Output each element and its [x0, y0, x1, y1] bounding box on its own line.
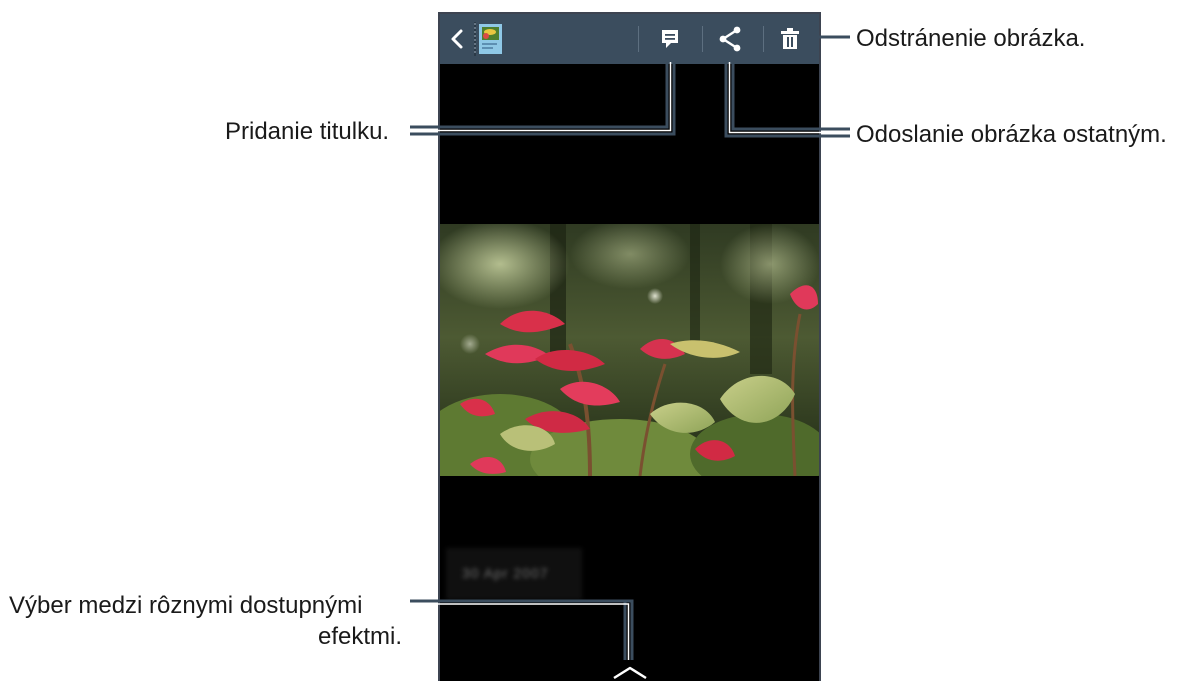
- action-bar-divider: [702, 26, 703, 52]
- trash-icon: [781, 28, 799, 49]
- effects-handle[interactable]: [610, 654, 650, 681]
- photo-date-label: 30 Apr 2007: [446, 548, 582, 600]
- caption-icon: [662, 30, 678, 48]
- chevron-up-icon: [613, 666, 647, 680]
- callout-caption: Pridanie titulku.: [225, 118, 390, 145]
- action-bar-divider: [638, 26, 639, 52]
- action-bar-divider: [763, 26, 764, 52]
- action-bar: [440, 14, 819, 64]
- delete-button[interactable]: [772, 14, 808, 64]
- chevron-left-icon: [451, 29, 463, 49]
- photo[interactable]: [440, 224, 819, 476]
- share-icon: [719, 26, 741, 52]
- callout-share: Odoslanie obrázka ostatným.: [856, 121, 1167, 148]
- back-button[interactable]: [444, 14, 470, 64]
- callout-effects-line2: efektmi.: [318, 623, 403, 650]
- share-button[interactable]: [712, 14, 748, 64]
- caption-button[interactable]: [652, 14, 688, 64]
- callout-delete: Odstránenie obrázka.: [856, 25, 1086, 52]
- phone-screen: 30 Apr 2007: [438, 12, 821, 681]
- album-thumbnail-button[interactable]: [472, 14, 506, 64]
- album-thumbnail-icon: [474, 22, 502, 56]
- callout-effects-line1: Výber medzi rôznymi dostupnými: [9, 592, 363, 619]
- photo-image: [440, 224, 819, 476]
- photo-date-text: 30 Apr 2007: [462, 565, 549, 581]
